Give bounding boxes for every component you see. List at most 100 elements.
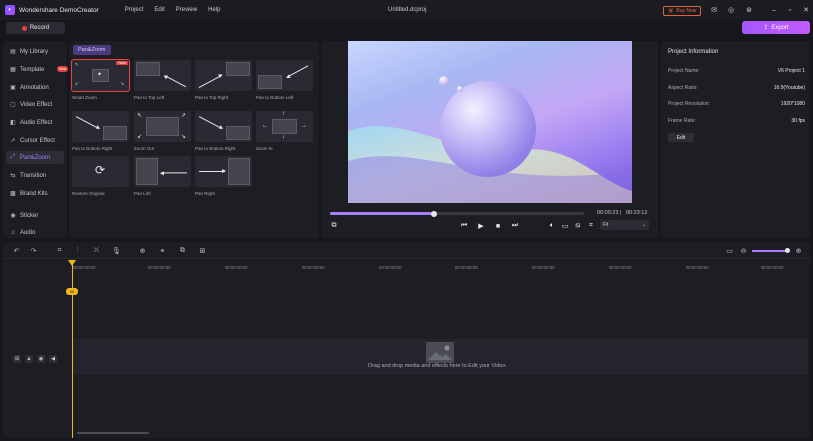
- menu-edit[interactable]: Edit: [154, 7, 164, 13]
- timeline-toolbar: ↶ ↷ ⌗ ⫶ ⛌ 🎙︎ ⊕ ⚭ ⧉ ⊞ ▭ ⊖ ⊕: [3, 242, 810, 259]
- support-icon[interactable]: ◎: [726, 5, 736, 15]
- sidebar-item-video-effect[interactable]: ▢ Video Effect: [6, 98, 64, 111]
- undo-icon[interactable]: ↶: [12, 246, 21, 255]
- sidebar-item-cursor-effect[interactable]: ➚ Cursor Effect: [6, 134, 64, 147]
- menu-project[interactable]: Project: [125, 7, 144, 13]
- add-track-icon[interactable]: ⊞: [13, 355, 21, 363]
- play-icon[interactable]: ▶︎: [476, 221, 486, 231]
- fit-timeline-icon[interactable]: ▭: [725, 246, 734, 255]
- media-placeholder-icon: [426, 342, 454, 363]
- playback-progress-bar[interactable]: [330, 210, 584, 217]
- info-row-frame-rate: Frame Rate: 30 fps: [668, 118, 805, 124]
- sidebar-item-label: Video Effect: [20, 101, 53, 108]
- effect-thumbnail: [134, 156, 191, 187]
- crop-tool-icon[interactable]: ⌗: [55, 246, 64, 255]
- effect-label: Pan to Bottom Left: [256, 95, 294, 100]
- sidebar-item-brand-kits[interactable]: ▩ Brand Kits: [6, 187, 64, 200]
- annotation-icon: ▣: [10, 85, 16, 91]
- record-label: Record: [29, 25, 50, 31]
- close-icon[interactable]: ✕: [801, 5, 811, 15]
- buy-now-label: Buy Now: [676, 8, 697, 14]
- cut-icon[interactable]: ⛌: [92, 246, 101, 255]
- effect-label: Pan to Bottom Right: [195, 146, 236, 151]
- sidebar-item-transition[interactable]: ⇆ Transition: [6, 169, 64, 182]
- sidebar-item-audio-effect[interactable]: ◧ Audio Effect: [6, 116, 64, 129]
- group-icon[interactable]: ⧉: [178, 246, 187, 255]
- lock-icon[interactable]: 🔒︎: [25, 355, 33, 363]
- mask-icon[interactable]: ⧅: [573, 221, 583, 231]
- timeline-zoom-slider[interactable]: [752, 250, 788, 252]
- effect-thumbnail: ⟳: [72, 156, 129, 187]
- timeline-ruler[interactable]: 00:00:00:00 00:00:00:00 00:00:00:00 00:0…: [3, 260, 810, 272]
- ai-effect-icon[interactable]: ⚭: [158, 246, 167, 255]
- fit-dropdown[interactable]: Fit ⌄: [600, 220, 649, 230]
- effect-pan-top-left[interactable]: Pan to Top Left: [134, 60, 191, 100]
- effect-smart-zoom[interactable]: New ✦ ↖ ↙ ↘ Smart Zoom: [71, 59, 130, 100]
- timeline-drop-zone[interactable]: Drag and drop media and effects here to …: [72, 339, 808, 375]
- corner-sw-icon: ↙: [75, 81, 80, 87]
- edit-project-button[interactable]: Edit: [668, 133, 694, 142]
- effect-pan-top-right[interactable]: Pan to Top Right: [195, 60, 252, 100]
- effect-pan-bottom-right[interactable]: Pan to Bottom Right: [72, 111, 129, 151]
- playhead-marker[interactable]: 00: [66, 288, 78, 295]
- sidebar-item-sticker[interactable]: ◉ Sticker: [6, 209, 64, 222]
- effect-zoom-in[interactable]: ↑ ↓ ← → Zoom In: [256, 111, 313, 151]
- mail-icon[interactable]: ✉: [709, 5, 719, 15]
- effect-pan-right[interactable]: Pan Right: [195, 156, 252, 196]
- volume-icon[interactable]: 🔈︎: [547, 221, 557, 231]
- app-name: Wondershare DemoCreator: [19, 6, 99, 14]
- playhead-handle[interactable]: [68, 260, 76, 266]
- sidebar-item-annotation[interactable]: ▣ Annotation: [6, 81, 64, 94]
- menu-help[interactable]: Help: [208, 7, 220, 13]
- record-button[interactable]: Record: [6, 22, 65, 34]
- caption-icon[interactable]: ▭: [560, 221, 570, 231]
- effect-pan-left[interactable]: Pan Left: [134, 156, 191, 196]
- info-row-resolution: Project Resolution: 1920*1080: [668, 101, 805, 107]
- tab-pan-zoom[interactable]: Pan&Zoom: [73, 45, 111, 55]
- video-effect-icon: ▢: [10, 102, 16, 108]
- effect-restore-original[interactable]: ⟳ Restore Original: [72, 156, 129, 196]
- redo-icon[interactable]: ↷: [29, 246, 38, 255]
- sidebar-item-pan-zoom[interactable]: ⤢ Pan&Zoom: [6, 151, 64, 164]
- zoom-out-icon[interactable]: ⊖: [739, 246, 748, 255]
- marker-icon[interactable]: ⊕: [138, 246, 147, 255]
- microphone-icon[interactable]: 🎙︎: [112, 246, 121, 255]
- split-icon[interactable]: ⫶: [73, 246, 82, 255]
- timeline-horizontal-scrollbar[interactable]: [77, 432, 149, 434]
- maximize-icon[interactable]: ▫: [785, 5, 795, 15]
- library-icon: ▤: [10, 49, 16, 55]
- minimize-icon[interactable]: –: [769, 5, 779, 15]
- effect-label: Pan to Top Right: [195, 95, 229, 100]
- zoom-slider-handle[interactable]: [785, 248, 790, 253]
- zoom-in-icon[interactable]: ⊕: [794, 246, 803, 255]
- preview-panel: 00:00:23 | 00:23:12 ⧉ ⏮︎ ▶︎ ■ ⏭︎ 🔈︎ ▭ ⧅ …: [322, 41, 658, 238]
- menu-preview[interactable]: Preview: [176, 7, 197, 13]
- export-label: Export: [771, 24, 789, 31]
- sidebar-item-my-library[interactable]: ▤ My Library: [6, 45, 64, 58]
- sidebar-item-label: Template: [20, 66, 45, 73]
- preview-artwork: [348, 76, 632, 203]
- snapshot-icon[interactable]: ⧉: [329, 221, 339, 231]
- sidebar-item-template[interactable]: ▦ Template New: [6, 63, 69, 76]
- effect-zoom-out[interactable]: ↖ ↗ ↙ ↘ Zoom Out: [134, 111, 191, 151]
- step-forward-icon[interactable]: ⏭︎: [510, 221, 520, 231]
- export-clip-icon[interactable]: ⊞: [198, 246, 207, 255]
- mute-icon[interactable]: ◀: [49, 355, 57, 363]
- record-dot-icon: [21, 25, 27, 31]
- buy-now-button[interactable]: 🛒︎ Buy Now: [663, 6, 702, 16]
- sidebar-item-audio[interactable]: ♫ Audio: [6, 226, 64, 239]
- visibility-icon[interactable]: ◉: [37, 355, 45, 363]
- step-back-icon[interactable]: ⏮︎: [459, 221, 469, 231]
- progress-handle[interactable]: [431, 210, 438, 217]
- export-button[interactable]: ⇪ Export: [742, 21, 810, 34]
- export-icon: ⇪: [763, 25, 769, 31]
- effect-pan-bottom-left[interactable]: Pan to Bottom Left: [256, 60, 313, 100]
- stop-icon[interactable]: ■: [493, 221, 503, 231]
- effect-pan-bottom-right-2[interactable]: Pan to Bottom Right: [195, 111, 252, 151]
- crop-icon[interactable]: ⌗: [586, 221, 596, 231]
- account-icon[interactable]: ⊛: [744, 5, 754, 15]
- title-bar: ◐ Wondershare DemoCreator Project Edit P…: [0, 0, 813, 20]
- effect-label: Pan to Bottom Right: [72, 146, 113, 151]
- effect-thumbnail: [195, 60, 252, 91]
- chevron-down-icon: ⌄: [641, 222, 646, 228]
